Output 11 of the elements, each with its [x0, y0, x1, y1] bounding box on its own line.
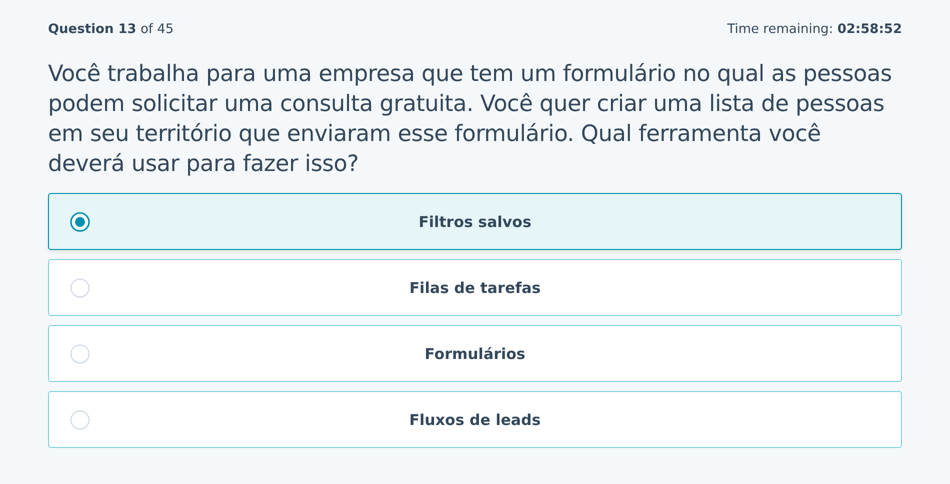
answer-option[interactable]: Fluxos de leads	[48, 391, 902, 448]
question-counter: Question 13 of 45	[48, 22, 174, 37]
time-remaining: Time remaining: 02:58:52	[727, 22, 902, 37]
question-text: Você trabalha para uma empresa que tem um formulário no qual as pessoas podem solicitar uma consulta gratuita. Você quer criar uma lista de pessoas em seu território que enviaram esse formulário. Qual ferramenta você deverá usar para fazer isso?	[48, 60, 893, 179]
answer-option[interactable]: Formulários	[48, 325, 902, 382]
radio-icon	[70, 278, 90, 298]
radio-icon	[70, 344, 90, 364]
radio-icon	[70, 212, 90, 232]
answer-option[interactable]: Filtros salvos	[48, 193, 902, 250]
answer-option[interactable]: Filas de tarefas	[48, 259, 902, 316]
radio-icon	[70, 410, 90, 430]
